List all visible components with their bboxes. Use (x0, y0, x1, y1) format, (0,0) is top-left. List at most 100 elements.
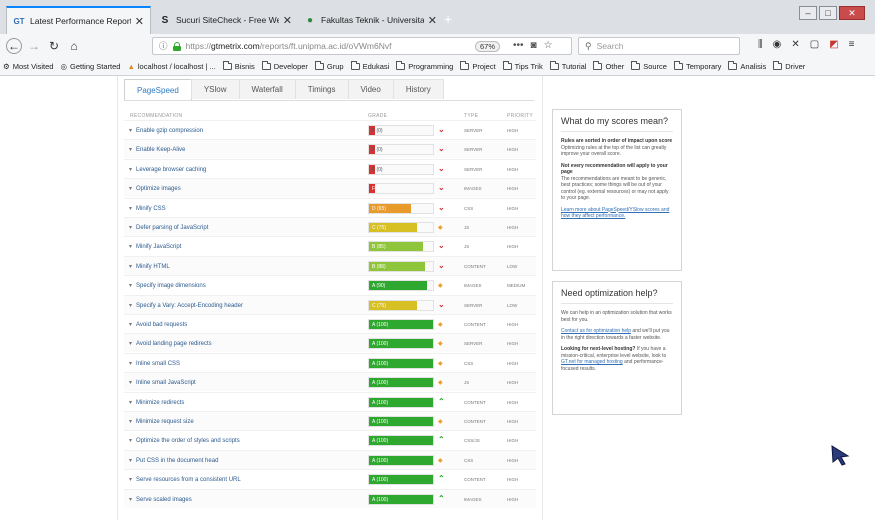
extension-red-icon[interactable]: ◩ (829, 39, 838, 50)
contact-us-link[interactable]: Contact us for optimization help (561, 328, 631, 334)
bookmark-folder[interactable]: Programming (396, 61, 453, 71)
recommendation-row[interactable]: Avoid landing page redirects A (100) ◆ SERV… (124, 333, 536, 353)
recommendation-row[interactable]: Minify HTML B (88) ⌄ CONTENT LOW (124, 255, 536, 275)
browser-tab-gtmetrix[interactable]: GT Latest Performance Report for ✕ (6, 6, 151, 34)
chevron-up-icon: ⌃ (438, 493, 445, 503)
recommendation-label[interactable]: Enable Keep-Alive (129, 146, 185, 153)
bookmark-folder[interactable]: Developer (261, 61, 308, 71)
bookmark-folder[interactable]: Other (593, 61, 624, 71)
tab-yslow[interactable]: YSlow (190, 79, 240, 99)
library-icon[interactable]: ⫼ (758, 39, 763, 50)
recommendation-row[interactable]: Serve resources from a consistent URL A (… (124, 469, 536, 488)
search-input[interactable]: ⚲ Search (578, 37, 740, 55)
recommendation-label[interactable]: Specify image dimensions (129, 282, 206, 289)
recommendation-row[interactable]: Avoid bad requests A (100) ◆ CONTENT HIGH (124, 314, 536, 333)
home-icon[interactable]: ⌂ (66, 38, 82, 54)
gtmetrix-favicon-icon: GT (13, 16, 25, 26)
tab-history[interactable]: History (392, 79, 444, 99)
gt-net-link[interactable]: GT.net for managed hosting (561, 359, 623, 365)
scores-info-box: What do my scores mean? Rules are sorted… (552, 109, 682, 271)
recommendation-label[interactable]: Optimize the order of styles and scripts (129, 437, 240, 444)
tab-video[interactable]: Video (347, 79, 394, 99)
recommendation-label[interactable]: Minify CSS (129, 205, 166, 212)
minimize-window-icon[interactable]: – (799, 6, 817, 20)
recommendation-label[interactable]: Enable gzip compression (129, 127, 203, 134)
tab-waterfall[interactable]: Waterfall (238, 79, 296, 99)
pocket-icon[interactable]: ◙ (531, 40, 537, 51)
recommendation-row[interactable]: Inline small JavaScript A (100) ◆ JS HIGH (124, 372, 536, 392)
extension-x-icon[interactable]: ✕ (791, 39, 799, 50)
bookmark-folder[interactable]: Edukasi (350, 61, 389, 71)
browser-tab-sucuri[interactable]: S Sucuri SiteCheck - Free Websit ✕ (153, 6, 298, 34)
bookmark-folder[interactable]: Temporary (673, 61, 721, 71)
back-arrow-icon[interactable]: ← (6, 38, 22, 54)
sidebar-icon[interactable]: ▢ (810, 39, 819, 50)
close-window-icon[interactable]: ✕ (839, 6, 865, 20)
bookmark-folder[interactable]: Grup (314, 61, 344, 71)
recommendation-label[interactable]: Leverage browser caching (129, 166, 206, 173)
bookmark-folder[interactable]: Bisnis (222, 61, 255, 71)
bookmark-folder[interactable]: Source (631, 61, 667, 71)
bookmark-folder[interactable]: Analisis (728, 61, 766, 71)
recommendation-row[interactable]: Leverage browser caching F (0) ⌄ SERVER HIGH (124, 158, 536, 178)
page-content: PageSpeed YSlow Waterfall Timings Video … (0, 76, 875, 520)
recommendation-label[interactable]: Avoid bad requests (129, 321, 187, 328)
close-tab-icon[interactable]: ✕ (135, 15, 144, 28)
bookmark-localhost[interactable]: ▲ localhost / localhost | ... (127, 62, 215, 71)
page-actions-icon[interactable]: ••• (513, 40, 524, 51)
tab-timings[interactable]: Timings (294, 79, 349, 99)
recommendation-row[interactable]: Minimize redirects A (100) ⌃ CONTENT HIGH (124, 391, 536, 411)
close-tab-icon[interactable]: ✕ (283, 14, 292, 27)
address-bar[interactable]: ⓘ https://gtmetrix.com/reports/ft.unipma… (152, 37, 572, 55)
recommendation-row[interactable]: Specify a Vary: Accept-Encoding header C … (124, 294, 536, 314)
browser-tab-fakultas[interactable]: ● Fakultas Teknik - Universitas P ✕ (298, 6, 443, 34)
bookmark-folder[interactable]: Tutorial (549, 61, 586, 71)
bookmark-folder[interactable]: Tips Trik (502, 61, 543, 71)
menu-hamburger-icon[interactable]: ≡ (849, 39, 855, 50)
recommendation-row[interactable]: Enable gzip compression F (0) ⌄ SERVER HIGH (124, 120, 536, 139)
recommendation-row[interactable]: Specify image dimensions A (90) ◆ IMAGES MED… (124, 275, 536, 294)
learn-more-link[interactable]: Learn more about PageSpeed/YSlow scores … (561, 207, 669, 220)
recommendation-row[interactable]: Minify JavaScript B (85) ⌄ JS HIGH (124, 236, 536, 255)
bookmark-star-icon[interactable]: ☆ (544, 40, 553, 51)
recommendation-label[interactable]: Avoid landing page redirects (129, 340, 212, 347)
zoom-level-badge[interactable]: 67% (475, 41, 501, 52)
page-info-icon[interactable]: ⓘ (159, 40, 168, 52)
recommendation-label[interactable]: Minify JavaScript (129, 243, 181, 250)
recommendation-priority: HIGH (507, 477, 519, 483)
bookmark-most-visited[interactable]: ⚙ Most Visited (3, 62, 53, 71)
optimization-help-box: Need optimization help? We can help in a… (552, 281, 682, 415)
recommendation-label[interactable]: Minify HTML (129, 263, 170, 270)
reload-icon[interactable]: ↻ (46, 38, 62, 54)
maximize-window-icon[interactable]: □ (819, 6, 837, 20)
recommendation-label[interactable]: Minimize redirects (129, 399, 184, 406)
tab-pagespeed[interactable]: PageSpeed (124, 79, 192, 100)
recommendation-row[interactable]: Enable Keep-Alive F (0) ⌄ SERVER HIGH (124, 139, 536, 159)
recommendation-label[interactable]: Specify a Vary: Accept-Encoding header (129, 302, 243, 309)
recommendation-label[interactable]: Put CSS in the document head (129, 457, 218, 464)
mouse-cursor-icon (831, 445, 850, 466)
recommendation-row[interactable]: Put CSS in the document head A (100) ◆ CSS H… (124, 449, 536, 469)
recommendation-row[interactable]: Optimize the order of styles and scripts… (124, 430, 536, 449)
bookmark-getting-started[interactable]: ◎ Getting Started (60, 62, 120, 71)
recommendation-row[interactable]: Defer parsing of JavaScript C (75) ◆ JS HIGH (124, 217, 536, 236)
recommendation-label[interactable]: Inline small CSS (129, 360, 180, 367)
close-tab-icon[interactable]: ✕ (428, 14, 437, 27)
recommendation-label[interactable]: Inline small JavaScript (129, 379, 196, 386)
bookmark-folder[interactable]: Project (460, 61, 496, 71)
recommendation-row[interactable]: Minimize request size A (100) ◆ CONTENT HIGH (124, 411, 536, 430)
bookmark-folder[interactable]: Driver (773, 61, 805, 71)
recommendation-label[interactable]: Minimize request size (129, 418, 194, 425)
forward-arrow-icon[interactable]: → (26, 38, 42, 54)
recommendation-row[interactable]: Serve scaled images A (100) ⌃ IMAGES HIGH (124, 488, 536, 508)
recommendation-row[interactable]: Minify CSS D (65) ⌄ CSS HIGH (124, 197, 536, 217)
extension-icon[interactable]: ◉ (773, 39, 782, 50)
recommendation-label[interactable]: Serve scaled images (129, 496, 192, 503)
recommendation-row[interactable]: Optimize images F (6) ⌄ IMAGES HIGH (124, 178, 536, 198)
new-tab-icon[interactable]: + (444, 11, 452, 27)
recommendation-row[interactable]: Inline small CSS A (100) ◆ CSS HIGH (124, 352, 536, 372)
recommendation-label[interactable]: Serve resources from a consistent URL (129, 476, 241, 483)
recommendation-label[interactable]: Defer parsing of JavaScript (129, 224, 208, 231)
recommendation-priority: HIGH (507, 322, 519, 327)
recommendation-label[interactable]: Optimize images (129, 185, 181, 192)
